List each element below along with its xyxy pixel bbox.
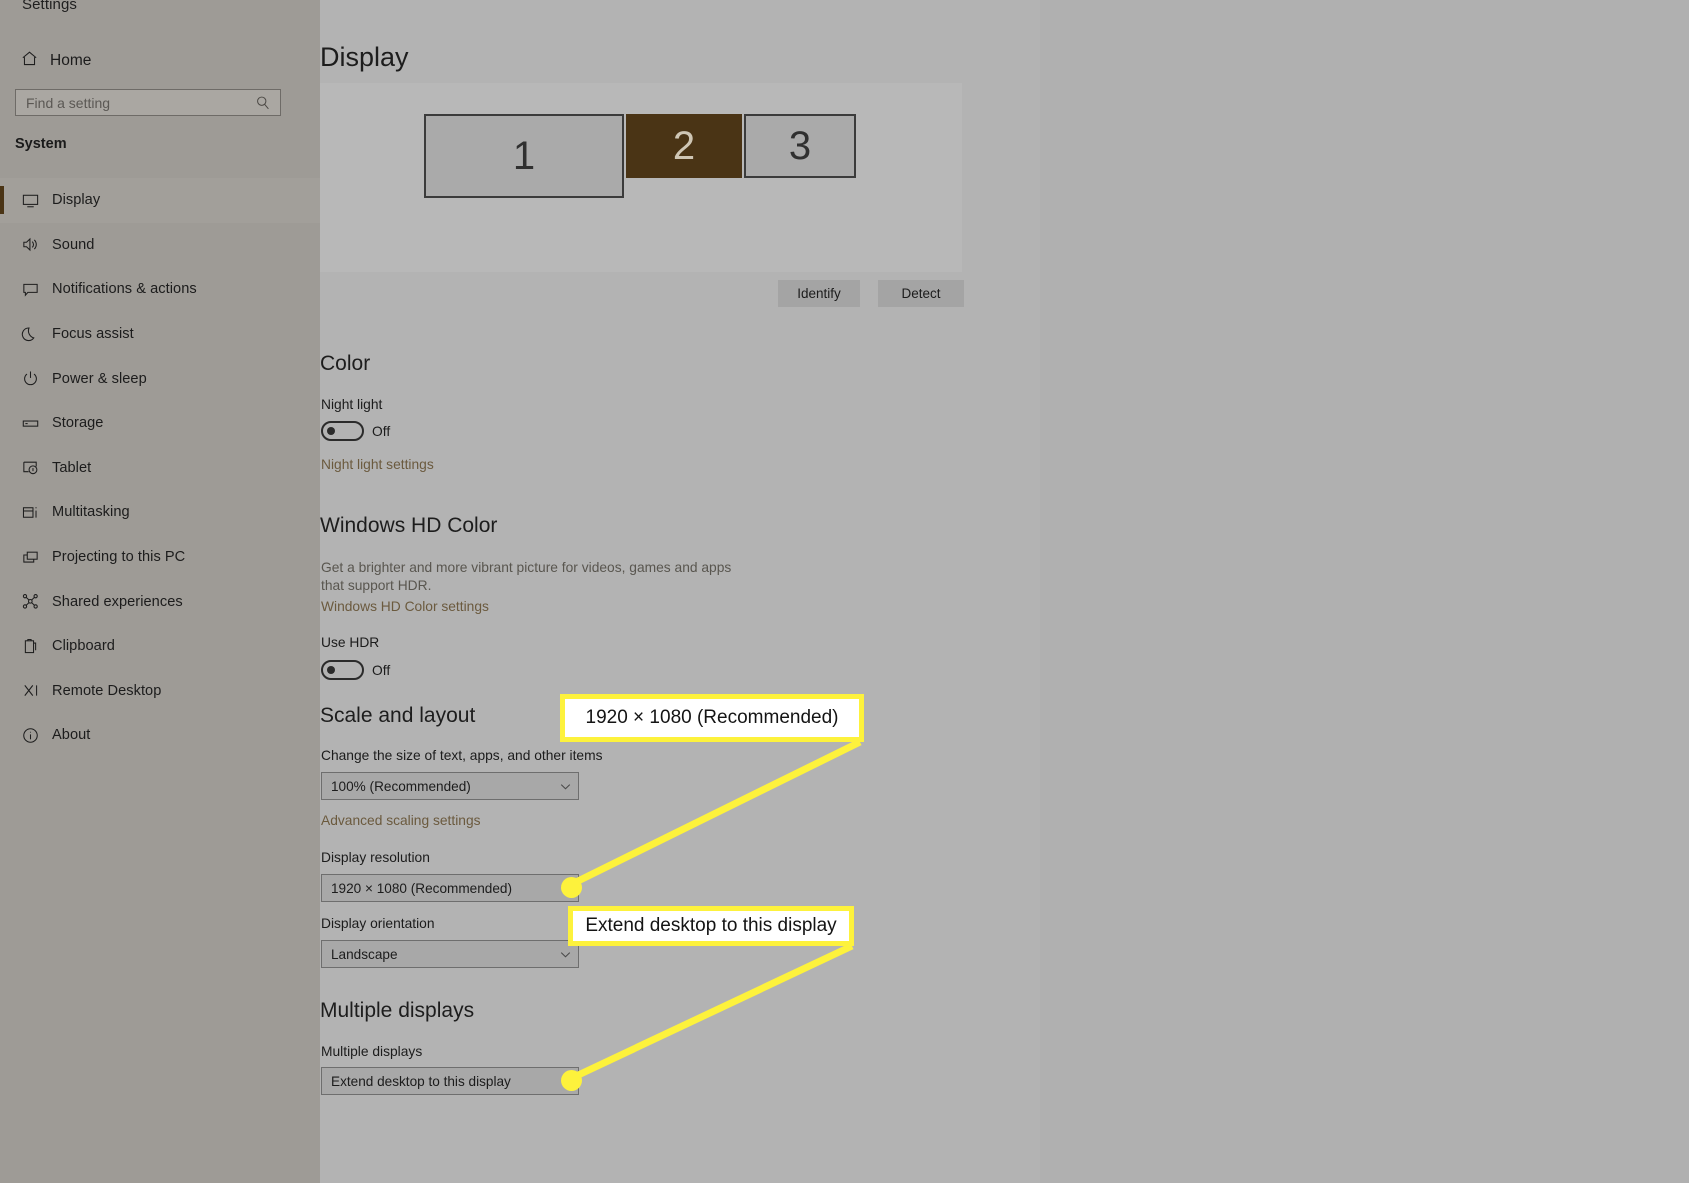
window-title: Settings <box>22 0 77 13</box>
display-orientation-label: Display orientation <box>321 916 435 931</box>
sidebar-item-power-sleep[interactable]: Power & sleep <box>0 356 320 401</box>
identify-button[interactable]: Identify <box>778 280 860 307</box>
multitasking-icon <box>8 503 52 522</box>
scale-size-value: 100% (Recommended) <box>331 778 471 794</box>
sidebar-item-multitasking-label: Multitasking <box>52 504 130 521</box>
sidebar-item-clipboard[interactable]: Clipboard <box>0 624 320 669</box>
sidebar-item-focus-assist[interactable]: Focus assist <box>0 312 320 357</box>
sidebar-item-remote-desktop[interactable]: Remote Desktop <box>0 669 320 714</box>
use-hdr-label: Use HDR <box>321 635 380 650</box>
night-light-label: Night light <box>321 397 383 412</box>
sidebar-item-clipboard-label: Clipboard <box>52 638 115 655</box>
clipboard-icon <box>8 637 52 656</box>
color-section-heading: Color <box>320 352 371 375</box>
chevron-down-icon <box>552 780 578 793</box>
use-hdr-toggle-knob <box>327 666 335 674</box>
moon-icon <box>8 325 52 344</box>
night-light-state: Off <box>372 424 391 439</box>
multiple-displays-dropdown[interactable]: Extend desktop to this display <box>321 1067 579 1095</box>
monitor-3[interactable]: 3 <box>744 114 856 178</box>
sidebar-item-display[interactable]: Display <box>0 178 320 223</box>
power-icon <box>8 369 52 388</box>
detect-button[interactable]: Detect <box>878 280 964 307</box>
sidebar-nav-list: Display Sound Notifications & actions Fo… <box>0 178 320 758</box>
advanced-scaling-link[interactable]: Advanced scaling settings <box>321 813 481 828</box>
chevron-down-icon <box>552 1075 578 1088</box>
remote-desktop-icon <box>8 681 52 700</box>
sidebar-item-home-label: Home <box>50 52 92 69</box>
sidebar-item-tablet[interactable]: Tablet <box>0 446 320 491</box>
sidebar-item-sound[interactable]: Sound <box>0 223 320 268</box>
monitor-2-selected[interactable]: 2 <box>626 114 742 178</box>
scale-size-label: Change the size of text, apps, and other… <box>321 748 603 763</box>
hd-color-settings-link[interactable]: Windows HD Color settings <box>321 599 489 614</box>
night-light-toggle-knob <box>327 427 335 435</box>
sidebar-item-projecting-label: Projecting to this PC <box>52 549 186 566</box>
chevron-down-icon <box>552 948 578 961</box>
sidebar-item-projecting[interactable]: Projecting to this PC <box>0 535 320 580</box>
settings-window: Settings Home System <box>0 0 1040 1183</box>
scale-size-dropdown[interactable]: 100% (Recommended) <box>321 772 579 800</box>
sidebar-item-storage-label: Storage <box>52 415 104 432</box>
night-light-settings-link[interactable]: Night light settings <box>321 457 434 472</box>
sidebar-item-notifications[interactable]: Notifications & actions <box>0 267 320 312</box>
sidebar-item-multitasking[interactable]: Multitasking <box>0 490 320 535</box>
monitor-icon <box>8 191 52 210</box>
hd-color-description: Get a brighter and more vibrant picture … <box>321 560 732 593</box>
search-input-field[interactable] <box>16 89 248 116</box>
sidebar-item-power-sleep-label: Power & sleep <box>52 370 147 387</box>
sidebar-item-remote-desktop-label: Remote Desktop <box>52 682 162 699</box>
page-title: Display <box>320 42 409 72</box>
display-orientation-value: Landscape <box>331 946 398 962</box>
multiple-displays-section-heading: Multiple displays <box>320 999 475 1022</box>
project-screen-icon <box>8 548 52 567</box>
display-resolution-dropdown[interactable]: 1920 × 1080 (Recommended) <box>321 874 579 902</box>
sidebar-item-focus-assist-label: Focus assist <box>52 326 134 343</box>
info-icon <box>8 726 52 745</box>
sidebar-item-notifications-label: Notifications & actions <box>52 281 197 298</box>
multiple-displays-label: Multiple displays <box>321 1044 423 1059</box>
sidebar-item-tablet-label: Tablet <box>52 459 92 476</box>
monitor-3-number: 3 <box>788 124 812 168</box>
sidebar-item-home[interactable]: Home <box>8 44 308 78</box>
monitor-1[interactable]: 1 <box>424 114 624 198</box>
monitor-1-number: 1 <box>512 134 536 178</box>
use-hdr-state: Off <box>372 663 391 678</box>
display-resolution-value: 1920 × 1080 (Recommended) <box>331 880 512 896</box>
monitor-arrangement-canvas[interactable]: 1 2 3 <box>320 83 962 272</box>
search-icon[interactable] <box>254 94 272 112</box>
notification-icon <box>8 280 52 299</box>
share-nodes-icon <box>8 592 52 611</box>
monitor-2-number: 2 <box>672 124 696 168</box>
tablet-icon <box>8 458 52 477</box>
display-resolution-label: Display resolution <box>321 850 430 865</box>
night-light-toggle[interactable] <box>321 421 364 441</box>
sidebar-group-heading: System <box>15 136 67 152</box>
search-input[interactable] <box>15 89 281 116</box>
sidebar: Settings Home System <box>0 0 320 1183</box>
use-hdr-toggle[interactable] <box>321 660 364 680</box>
chevron-down-icon <box>552 882 578 895</box>
sidebar-item-sound-label: Sound <box>52 236 95 253</box>
display-orientation-dropdown[interactable]: Landscape <box>321 940 579 968</box>
sidebar-item-storage[interactable]: Storage <box>0 401 320 446</box>
speaker-icon <box>8 235 52 254</box>
sidebar-item-shared-experiences[interactable]: Shared experiences <box>0 579 320 624</box>
drive-icon <box>8 414 52 433</box>
sidebar-item-about-label: About <box>52 727 91 744</box>
hd-color-section-heading: Windows HD Color <box>320 514 498 537</box>
sidebar-item-about[interactable]: About <box>0 713 320 758</box>
sidebar-item-shared-experiences-label: Shared experiences <box>52 593 183 610</box>
multiple-displays-value: Extend desktop to this display <box>331 1073 511 1089</box>
sidebar-item-display-label: Display <box>52 192 101 209</box>
home-icon <box>8 49 50 73</box>
scale-layout-section-heading: Scale and layout <box>320 704 476 727</box>
main-content: Display 1 2 3 Identify Detect Color Nigh… <box>320 0 1040 1183</box>
